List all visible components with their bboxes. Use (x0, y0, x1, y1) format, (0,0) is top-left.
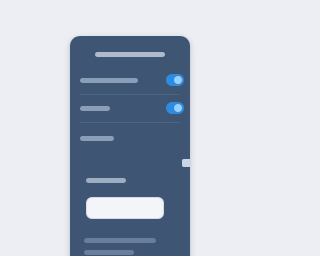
setting-row-3-label (80, 135, 114, 141)
setting-row-3[interactable] (80, 130, 184, 146)
app-window (0, 0, 256, 256)
settings-panel (70, 36, 190, 256)
panel-header (82, 46, 178, 62)
text-input-field[interactable] (86, 197, 164, 219)
divider-1 (80, 94, 180, 95)
panel-title-placeholder (95, 51, 165, 57)
setting-row-2[interactable] (80, 100, 184, 116)
scroll-handle[interactable] (182, 159, 190, 167)
footer-text-2 (84, 250, 134, 255)
toggle-switch-2[interactable] (166, 102, 184, 114)
setting-row-1-label (80, 77, 138, 83)
section-label (86, 178, 126, 183)
footer-text-1 (84, 238, 156, 243)
setting-row-2-label (80, 105, 110, 111)
divider-2 (80, 122, 180, 123)
setting-row-1[interactable] (80, 72, 184, 88)
toggle-switch-1[interactable] (166, 74, 184, 86)
